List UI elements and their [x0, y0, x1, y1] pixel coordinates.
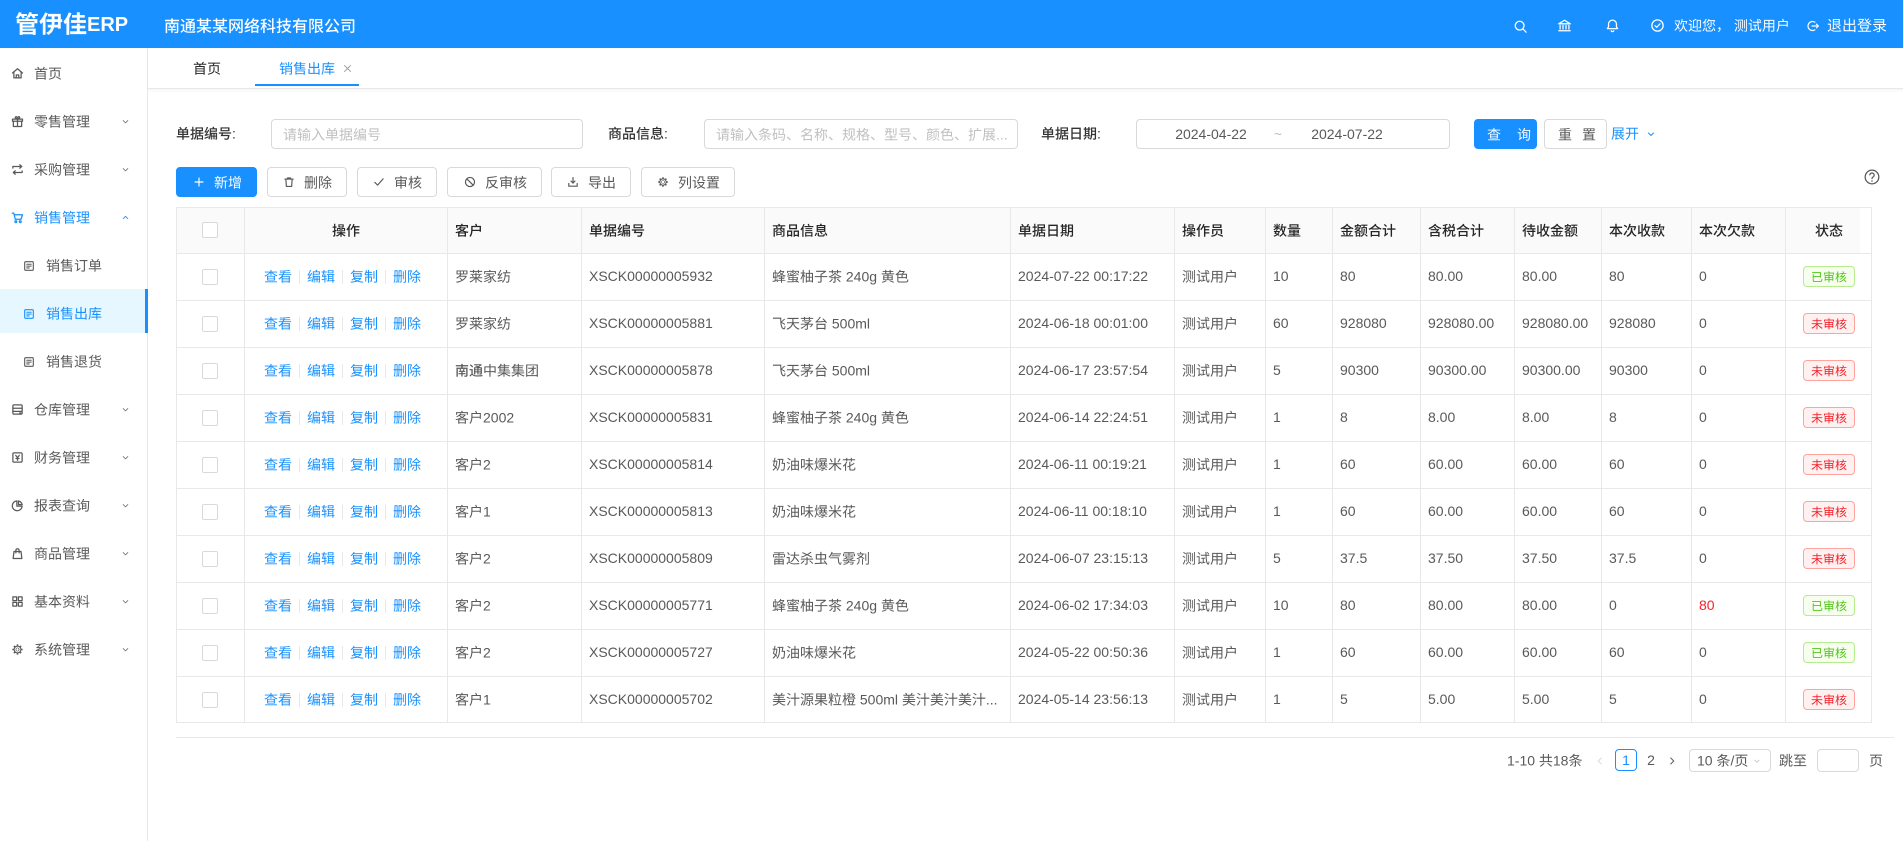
svg-text:10: 10	[1697, 753, 1713, 769]
svg-text::: :	[664, 126, 668, 142]
svg-text:500ml: 500ml	[832, 316, 870, 332]
svg-text:240g: 240g	[846, 598, 877, 614]
svg-text:240g: 240g	[846, 269, 877, 285]
svg-text:...: ...	[996, 126, 1008, 142]
svg-text:1: 1	[483, 504, 491, 520]
svg-text::: :	[232, 126, 236, 142]
svg-text:...: ...	[986, 692, 998, 708]
svg-text:2: 2	[483, 457, 491, 473]
svg-text:500ml: 500ml	[832, 363, 870, 379]
svg-text:2: 2	[483, 645, 491, 661]
svg-text:1-10: 1-10	[1507, 753, 1535, 769]
svg-text::: :	[1097, 126, 1101, 142]
svg-text:2: 2	[483, 598, 491, 614]
svg-text:240g: 240g	[846, 410, 877, 426]
svg-text:2: 2	[483, 551, 491, 567]
svg-text:18: 18	[1553, 753, 1569, 769]
svg-text:1: 1	[483, 692, 491, 708]
svg-text:/: /	[1731, 753, 1735, 769]
svg-text:2002: 2002	[483, 410, 514, 426]
svg-text:500ml: 500ml	[860, 692, 898, 708]
